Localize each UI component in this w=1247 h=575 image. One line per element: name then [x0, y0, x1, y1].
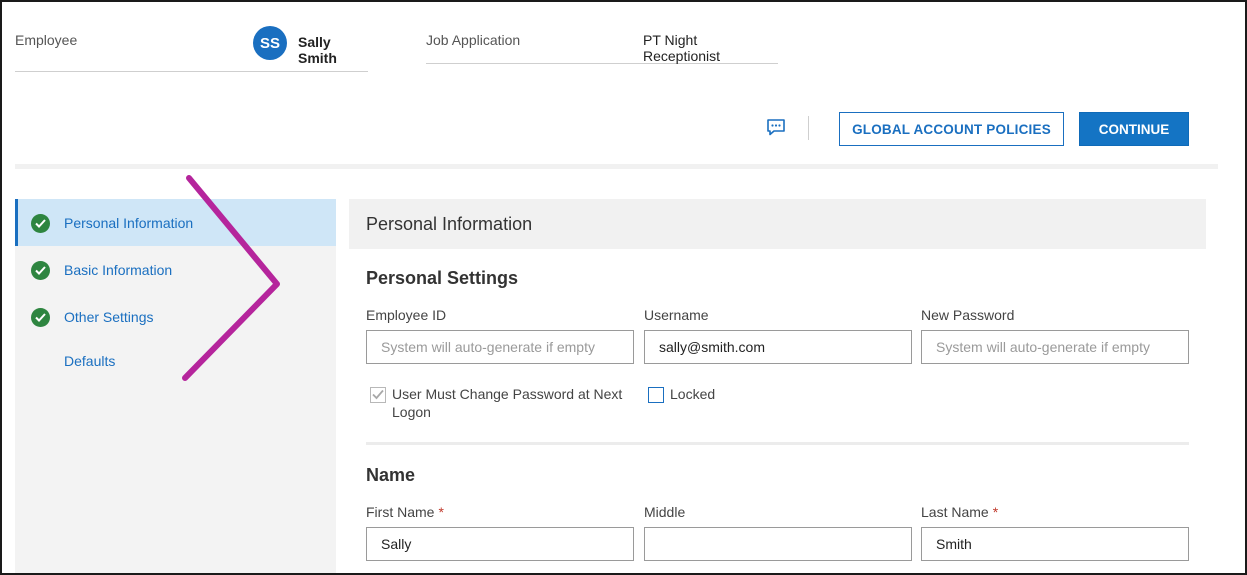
required-mark: * — [992, 504, 999, 520]
sidebar-item-defaults[interactable]: Defaults — [15, 337, 336, 384]
must-change-password-label: User Must Change Password at Next Logon — [392, 386, 623, 420]
new-password-label: New Password — [921, 307, 1015, 323]
sidebar-item-basic-information[interactable]: Basic Information — [15, 246, 336, 293]
job-application-header: Job Application PT Night Receptionist — [426, 2, 778, 64]
check-circle-icon — [31, 214, 50, 233]
username-input[interactable] — [644, 330, 912, 364]
global-account-policies-button[interactable]: GLOBAL ACCOUNT POLICIES — [839, 112, 1064, 146]
first-name-label-text: First Name — [366, 504, 435, 520]
first-name-label: First Name * — [366, 504, 444, 520]
last-name-label: Last Name * — [921, 504, 998, 520]
continue-button[interactable]: CONTINUE — [1079, 112, 1189, 146]
new-password-input[interactable] — [921, 330, 1189, 364]
must-change-password-checkbox[interactable] — [370, 387, 386, 403]
avatar: SS — [253, 26, 287, 60]
name-heading: Name — [366, 465, 416, 485]
page-title: Personal Information — [366, 214, 533, 234]
sidebar-item-personal-information[interactable]: Personal Information — [15, 199, 336, 246]
required-mark: * — [438, 504, 444, 520]
sidebar-item-other-settings[interactable]: Other Settings — [15, 293, 336, 340]
employee-name: Sally Smith — [298, 34, 337, 66]
employee-header: Employee SS Sally Smith — [15, 2, 368, 72]
check-circle-icon — [31, 308, 50, 327]
job-application-label: Job Application — [426, 32, 521, 48]
check-circle-icon — [31, 261, 50, 280]
first-name-input[interactable] — [366, 527, 634, 561]
section-divider — [366, 442, 1189, 445]
header-divider — [15, 164, 1218, 169]
sidebar-item-label: Basic Information — [64, 262, 173, 278]
last-name-label-text: Last Name — [921, 504, 989, 520]
section-header: Personal Information — [349, 199, 1206, 249]
middle-name-input[interactable] — [644, 527, 912, 561]
last-name-input[interactable] — [921, 527, 1189, 561]
sidebar-item-label: Other Settings — [64, 309, 154, 325]
personal-settings-heading: Personal Settings — [366, 268, 519, 288]
annotation-arrow — [182, 175, 280, 381]
job-title: PT Night Receptionist — [643, 32, 721, 64]
locked-checkbox[interactable] — [648, 387, 664, 403]
chat-bubble-icon[interactable] — [766, 118, 786, 136]
employee-label: Employee — [15, 32, 78, 48]
sidebar-item-label: Defaults — [64, 353, 116, 369]
middle-name-label: Middle — [644, 504, 686, 520]
username-label: Username — [644, 307, 709, 323]
employee-id-label: Employee ID — [366, 307, 447, 323]
app-window: Employee SS Sally Smith Job Application … — [0, 0, 1247, 575]
toolbar-divider — [808, 116, 809, 140]
locked-label: Locked — [670, 386, 716, 402]
employee-id-input[interactable] — [366, 330, 634, 364]
sidebar-nav: Personal Information Basic Information O… — [15, 199, 336, 573]
sidebar-item-label: Personal Information — [64, 215, 194, 231]
